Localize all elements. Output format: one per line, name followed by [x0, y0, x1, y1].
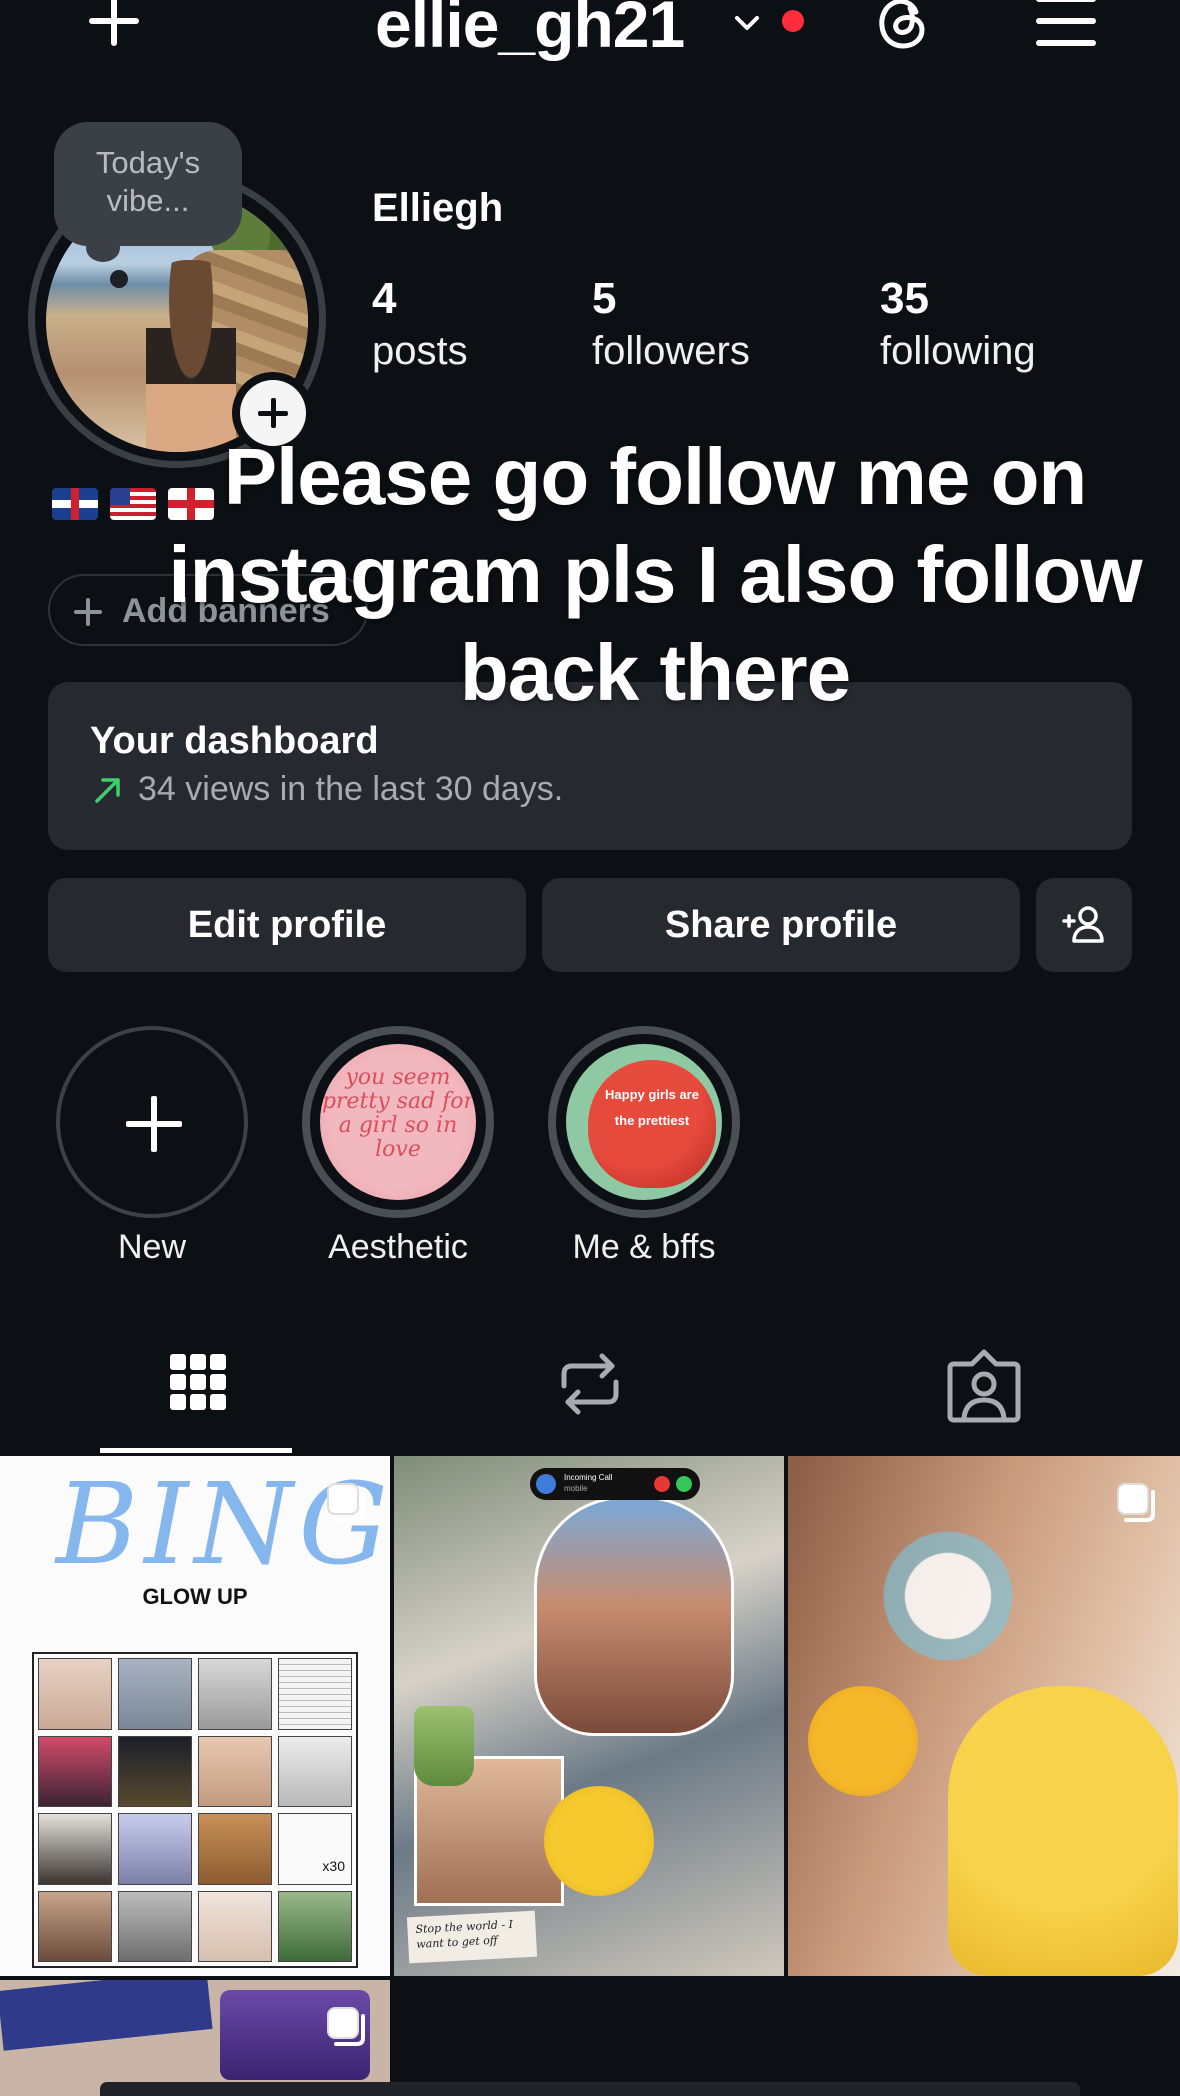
- highlight-label: New: [117, 1228, 187, 1266]
- story-text-overlay: Please go follow me on instagram pls I a…: [168, 432, 1142, 717]
- stat-label: posts: [372, 329, 468, 373]
- stat-label: following: [880, 329, 1036, 373]
- highlight-cover-text: Happy girls are the prettiest: [605, 1087, 699, 1128]
- discover-people-button[interactable]: [1036, 878, 1132, 972]
- display-name: Elliegh: [372, 186, 504, 230]
- create-plus-icon[interactable]: [82, 0, 146, 58]
- multiple-photos-icon: [1117, 1483, 1155, 1522]
- share-profile-button[interactable]: Share profile: [542, 878, 1020, 972]
- multiple-photos-icon: [327, 1483, 365, 1522]
- plush-duck: [948, 1686, 1178, 1976]
- plus-icon: [126, 1096, 182, 1152]
- top-bar: ellie_gh21: [0, 0, 1180, 70]
- stat-value: 5: [592, 274, 617, 323]
- call-title: Incoming Call: [564, 1473, 613, 1482]
- plus-icon: [74, 598, 102, 626]
- add-person-icon: [1062, 906, 1104, 943]
- call-sub: mobile: [564, 1484, 588, 1493]
- highlight-aesthetic[interactable]: you seem pretty sad for a girl so in lov…: [300, 1026, 496, 1267]
- tab-reposts[interactable]: [492, 1338, 688, 1452]
- chevron-down-icon[interactable]: [732, 8, 762, 38]
- us-flag-icon: [110, 488, 156, 520]
- bingo-grid: x30: [32, 1652, 358, 1968]
- stat-label: followers: [592, 329, 750, 373]
- highlight-cover-image: you seem pretty sad for a girl so in lov…: [320, 1044, 476, 1200]
- highlight-label: Aesthetic: [328, 1228, 468, 1266]
- bottom-sheet-edge: [100, 2082, 1080, 2096]
- highlight-cover-image: Happy girls are the prettiest: [566, 1044, 722, 1200]
- highlight-new[interactable]: New: [54, 1026, 250, 1267]
- multiple-photos-icon: [327, 2007, 365, 2046]
- post-thumbnail[interactable]: BINGO GLOW UP x30: [0, 1456, 390, 1976]
- stat-posts[interactable]: 4 posts: [372, 272, 468, 376]
- book-cover: [0, 1980, 213, 2051]
- post-thumbnail[interactable]: Incoming Call mobile Stop the world - I …: [394, 1456, 784, 1976]
- tagged-icon: [947, 1349, 1021, 1423]
- highlight-me-bffs[interactable]: Happy girls are the prettiest Me & bffs: [546, 1026, 742, 1267]
- post-subtitle: GLOW UP: [142, 1584, 248, 1609]
- post-thumbnail[interactable]: [788, 1456, 1180, 1976]
- collage-selfie: [534, 1496, 734, 1736]
- stat-value: 4: [372, 274, 397, 323]
- menu-icon[interactable]: [1036, 0, 1096, 48]
- note-bubble-tail: [86, 234, 120, 262]
- collage-duck: [544, 1786, 654, 1896]
- account-switcher-username[interactable]: ellie_gh21: [375, 0, 685, 62]
- highlight-ring: Happy girls are the prettiest: [548, 1026, 740, 1218]
- highlight-ring: [56, 1026, 248, 1218]
- post-badge: x30: [322, 1857, 345, 1874]
- stat-following[interactable]: 35 following: [880, 272, 1036, 376]
- notification-dot: [782, 10, 804, 32]
- dashboard-title: Your dashboard: [90, 720, 379, 762]
- note-bubble[interactable]: Today's vibe...: [54, 122, 242, 246]
- tab-posts-grid[interactable]: [100, 1338, 296, 1452]
- stat-value: 35: [880, 274, 929, 323]
- profile-tabs: [0, 1338, 1180, 1458]
- face-paint: [848, 1496, 1048, 1696]
- incoming-call-sticker: Incoming Call mobile: [530, 1468, 700, 1500]
- note-bubble-tail-dot: [110, 270, 128, 288]
- face-paint-duck: [808, 1686, 918, 1796]
- trend-up-arrow-icon: [95, 778, 120, 803]
- grid-icon: [170, 1354, 226, 1410]
- collage-matcha: [414, 1706, 474, 1786]
- tab-tagged[interactable]: [886, 1338, 1082, 1452]
- highlight-ring: you seem pretty sad for a girl so in lov…: [302, 1026, 494, 1218]
- threads-icon[interactable]: [872, 0, 934, 54]
- active-tab-indicator: [100, 1448, 292, 1453]
- edit-profile-button[interactable]: Edit profile: [48, 878, 526, 972]
- dashboard-subtitle: 34 views in the last 30 days.: [138, 770, 564, 808]
- uk-flag-icon: [52, 488, 98, 520]
- collage-note: Stop the world - I want to get off: [406, 1910, 538, 1964]
- reposts-icon: [561, 1353, 619, 1415]
- stat-followers[interactable]: 5 followers: [592, 272, 750, 376]
- highlight-label: Me & bffs: [572, 1228, 716, 1266]
- post-thumbnail[interactable]: [0, 1980, 390, 2096]
- highlight-cover-text: you seem pretty sad for a girl so in lov…: [321, 1065, 475, 1162]
